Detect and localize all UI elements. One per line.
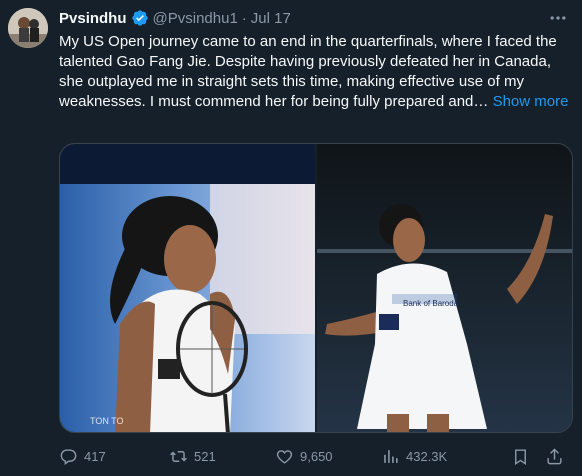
like-button[interactable]: 9,650	[275, 447, 381, 466]
photo-left-image: TON TO	[60, 144, 315, 432]
share-icon	[547, 447, 562, 464]
more-icon[interactable]	[548, 8, 568, 31]
views-chart-icon	[384, 449, 398, 463]
views-count: 432.3K	[406, 448, 448, 464]
author-handle[interactable]: @Pvsindhu1	[153, 10, 238, 27]
right-jersey-text: Bank of Baroda	[403, 299, 459, 308]
retweet-icon	[170, 450, 187, 462]
media-grid: TON TO Bank of Baroda	[59, 143, 573, 433]
tweet[interactable]: Pvsindhu @Pvsindhu1 · Jul 17 My US Open …	[0, 0, 582, 476]
avatar[interactable]	[8, 8, 48, 48]
tweet-date[interactable]: Jul 17	[251, 10, 291, 27]
tweet-text: My US Open journey came to an end in the…	[59, 32, 569, 112]
bookmark-icon	[515, 448, 526, 465]
views-button[interactable]: 432.3K	[381, 447, 511, 466]
tweet-header: Pvsindhu @Pvsindhu1 · Jul 17	[59, 9, 291, 27]
photo-right-image: Bank of Baroda	[317, 144, 572, 432]
heart-icon	[276, 449, 293, 464]
show-more-link[interactable]: Show more	[493, 93, 569, 110]
retweet-button[interactable]: 521	[169, 447, 275, 466]
like-count: 9,650	[300, 448, 333, 464]
share-button[interactable]	[545, 447, 573, 466]
photo-left[interactable]: TON TO	[60, 144, 315, 432]
bookmark-button[interactable]	[511, 447, 539, 466]
action-bar: 417 521 9,650 432.3K	[59, 441, 573, 471]
reply-button[interactable]: 417	[59, 447, 169, 466]
author-name[interactable]: Pvsindhu	[59, 10, 127, 27]
reply-count: 417	[84, 448, 106, 464]
avatar-image	[8, 8, 48, 48]
tweet-body: My US Open journey came to an end in the…	[59, 33, 557, 110]
left-watermark: TON TO	[90, 416, 124, 426]
retweet-count: 521	[194, 448, 216, 464]
reply-icon	[60, 448, 77, 465]
verified-badge-icon	[131, 9, 149, 27]
separator-dot: ·	[241, 9, 247, 27]
photo-right[interactable]: Bank of Baroda	[317, 144, 572, 432]
